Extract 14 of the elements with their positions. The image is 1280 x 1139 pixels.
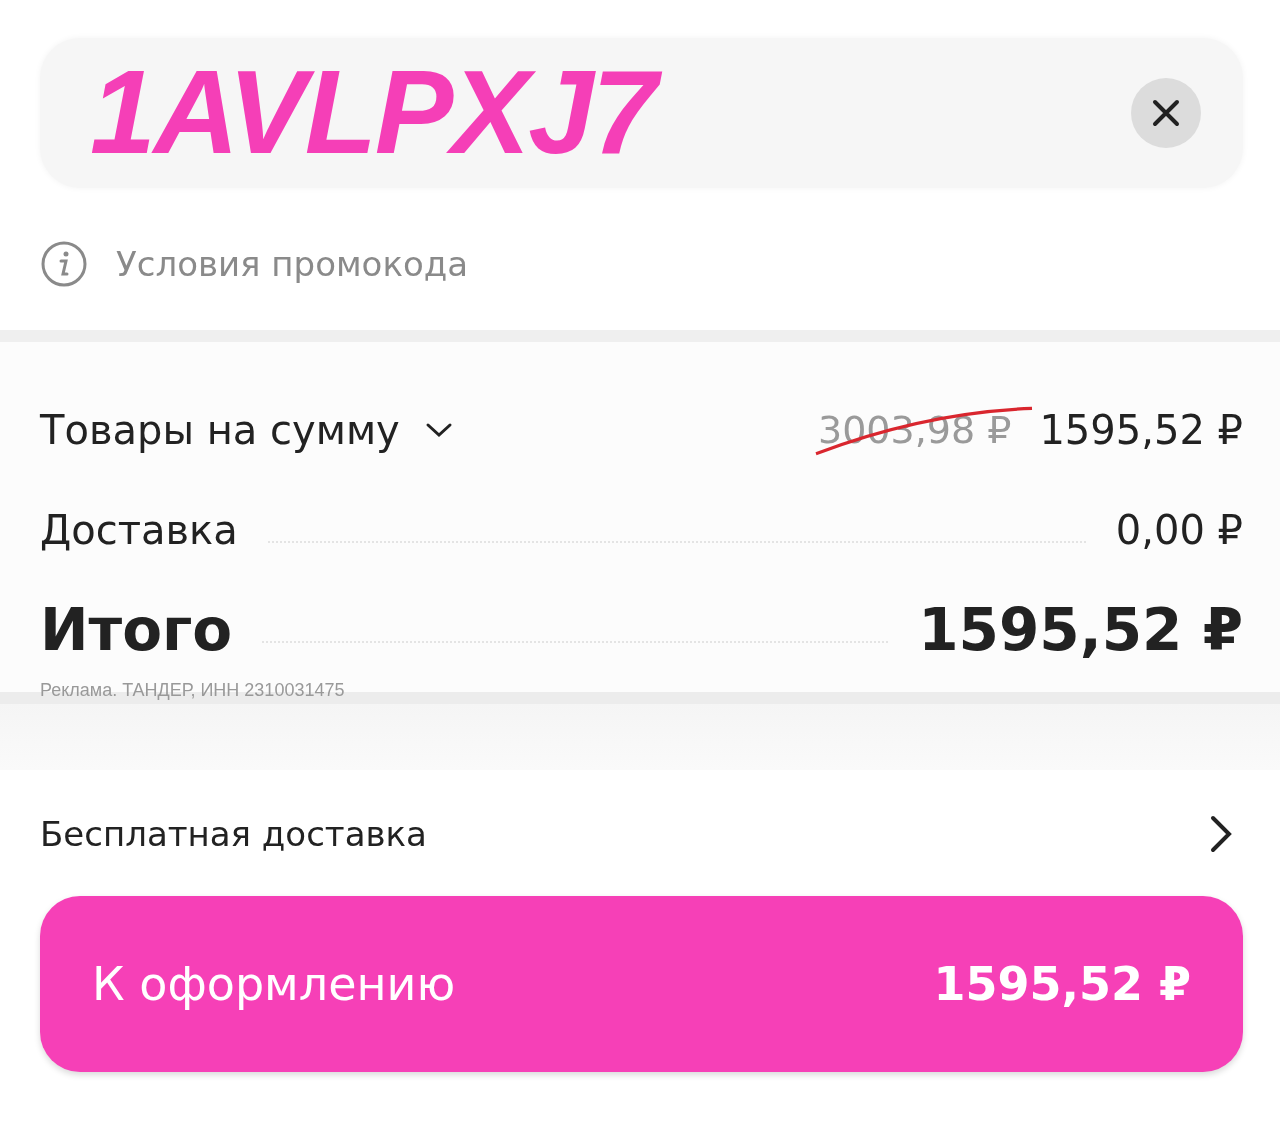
promo-code-field[interactable]: 1AVLPXJ7 xyxy=(40,38,1243,188)
delivery-label: Доставка xyxy=(40,507,238,553)
promo-code-value: 1AVLPXJ7 xyxy=(86,39,670,187)
total-price: 1595,52 ₽ xyxy=(918,596,1243,664)
free-delivery-row[interactable]: Бесплатная доставка xyxy=(40,812,1235,856)
close-icon xyxy=(1151,98,1181,128)
items-total-toggle[interactable]: Товары на сумму xyxy=(40,407,454,453)
checkout-button[interactable]: К оформлению 1595,52 ₽ xyxy=(40,896,1243,1072)
ad-note: Реклама. ТАНДЕР, ИНН 2310031475 xyxy=(40,680,346,701)
promo-terms-link[interactable]: Условия промокода xyxy=(116,244,469,284)
total-label: Итого xyxy=(40,596,233,664)
info-icon xyxy=(40,240,88,288)
delivery-price: 0,00 ₽ xyxy=(1115,507,1243,553)
items-price: 1595,52 ₽ xyxy=(1039,407,1243,453)
